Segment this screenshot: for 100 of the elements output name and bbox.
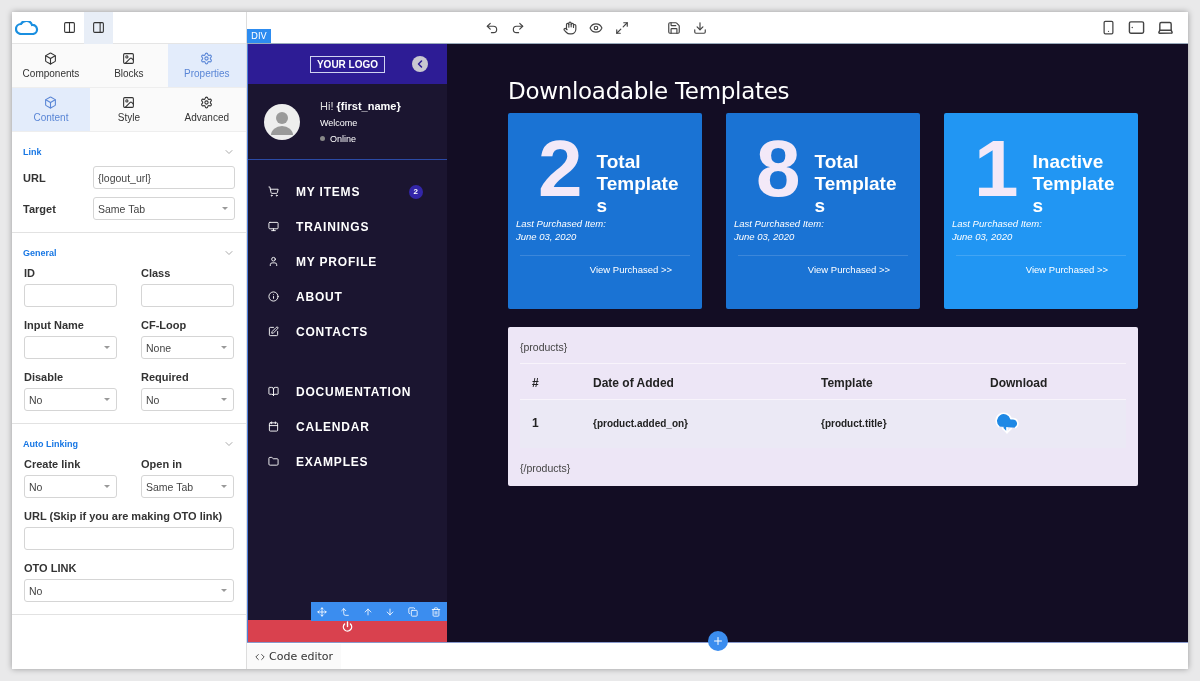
nav-item[interactable]: CONTACTS xyxy=(248,314,447,349)
loop-tag: {/products} xyxy=(520,462,1126,474)
select-field[interactable]: Same Tab xyxy=(141,475,234,498)
panel-tab[interactable]: Components xyxy=(12,44,90,87)
nav-item[interactable]: TRAININGS xyxy=(248,209,447,244)
status-dot xyxy=(320,136,325,141)
caret-icon xyxy=(221,589,227,592)
field-label: URL (Skip if you are making OTO link) xyxy=(24,510,224,522)
cloud-download-icon[interactable] xyxy=(994,410,1020,436)
fullscreen-icon[interactable] xyxy=(615,20,629,35)
tablet-icon[interactable] xyxy=(1128,19,1145,36)
panel-tab[interactable]: Blocks xyxy=(89,44,168,87)
input-field[interactable] xyxy=(24,527,234,550)
field-label: Disable xyxy=(24,371,65,383)
element-tag: DIV xyxy=(247,29,271,43)
hand-icon[interactable] xyxy=(563,20,577,35)
input-field[interactable] xyxy=(141,284,234,307)
copy-icon[interactable] xyxy=(407,606,418,617)
field-label: CF-Loop xyxy=(141,319,188,331)
date-text: June 03, 2020 xyxy=(952,229,1014,244)
download-icon[interactable] xyxy=(693,20,707,35)
nav-item[interactable]: CALENDAR xyxy=(248,409,447,444)
redo-icon[interactable] xyxy=(511,20,525,35)
caret-icon xyxy=(221,346,227,349)
select-field[interactable]: No xyxy=(24,388,117,411)
select-field[interactable]: None xyxy=(141,336,234,359)
stat-number: 8 xyxy=(756,133,801,215)
nav-icon xyxy=(268,326,279,337)
nav-item[interactable]: MY PROFILE xyxy=(248,244,447,279)
field-label: Class xyxy=(141,267,172,279)
image-icon xyxy=(122,52,136,65)
save-icon[interactable] xyxy=(667,20,681,35)
input-field[interactable] xyxy=(24,284,117,307)
select-field[interactable]: No xyxy=(24,475,117,498)
panel-tab[interactable]: Advanced xyxy=(167,88,246,131)
caption: Last Purchased Item: xyxy=(516,216,607,230)
power-icon xyxy=(342,621,353,632)
cube-icon xyxy=(44,52,58,65)
select-field[interactable]: Same Tab xyxy=(93,197,235,220)
add-icon[interactable] xyxy=(708,631,728,651)
greeting: Hi! {first_name} xyxy=(320,99,401,112)
trash-icon[interactable] xyxy=(430,606,441,617)
date-text: June 03, 2020 xyxy=(516,229,578,244)
select-parent-icon[interactable] xyxy=(340,606,350,617)
settings-icon xyxy=(200,52,214,65)
code-editor-tab[interactable]: Code editor xyxy=(247,644,342,669)
logo: YOUR LOGO xyxy=(309,55,386,73)
caret-icon xyxy=(104,346,110,349)
nav-item[interactable]: ABOUT xyxy=(248,279,447,314)
input-field[interactable]: {logout_url} xyxy=(93,166,235,189)
date-text: June 03, 2020 xyxy=(734,229,796,244)
stat-number: 2 xyxy=(538,133,583,215)
stat-number: 1 xyxy=(974,133,1019,215)
panel-tab[interactable]: Style xyxy=(89,88,168,131)
nav-icon xyxy=(268,386,279,397)
stat-title: Total Templates xyxy=(596,150,680,217)
undo-icon[interactable] xyxy=(485,20,499,35)
section-title[interactable]: Auto Linking xyxy=(23,439,78,449)
loop-tag: {products} xyxy=(520,341,1126,353)
caret-icon xyxy=(222,207,228,210)
columns-icon[interactable] xyxy=(63,21,76,34)
stat-title: Total Templates xyxy=(814,150,898,217)
image-icon xyxy=(122,96,136,109)
phone-icon[interactable] xyxy=(1101,20,1116,35)
field-label: Create link xyxy=(24,458,82,470)
panel-icon[interactable] xyxy=(92,21,105,34)
caption: Last Purchased Item: xyxy=(952,216,1043,230)
arrow-up-icon[interactable] xyxy=(362,606,373,617)
stat-title: Inactive Templates xyxy=(1032,150,1116,217)
field-label: Open in xyxy=(141,458,183,470)
laptop-icon[interactable] xyxy=(1157,19,1174,36)
nav-icon xyxy=(268,186,279,197)
cube-icon xyxy=(44,96,58,109)
nav-item[interactable]: DOCUMENTATION xyxy=(248,374,447,409)
nav-item[interactable]: MY ITEMS 2 xyxy=(248,174,447,209)
field-label: OTO LINK xyxy=(24,562,78,574)
select-field[interactable] xyxy=(24,336,117,359)
back-icon[interactable] xyxy=(412,56,428,72)
select-field[interactable]: No xyxy=(24,579,234,602)
view-link[interactable]: View Purchased >> xyxy=(589,264,672,276)
caret-icon xyxy=(221,485,227,488)
nav-icon xyxy=(268,256,279,267)
caret-icon xyxy=(104,398,110,401)
arrow-down-icon[interactable] xyxy=(385,606,396,617)
section-title[interactable]: Link xyxy=(23,147,42,157)
nav-item[interactable]: EXAMPLES xyxy=(248,444,447,479)
eye-icon[interactable] xyxy=(589,20,603,35)
view-link[interactable]: View Purchased >> xyxy=(807,264,890,276)
field-label: Required xyxy=(141,371,190,383)
nav-icon xyxy=(268,421,279,432)
cloud-logo-icon xyxy=(14,20,39,35)
code-icon xyxy=(255,651,265,662)
field-label: Target xyxy=(23,202,56,215)
page-heading: Downloadable Templates xyxy=(508,78,791,104)
welcome-text: Welcome xyxy=(320,117,359,128)
select-field[interactable]: No xyxy=(141,388,234,411)
avatar xyxy=(264,103,300,140)
section-title[interactable]: General xyxy=(23,248,57,258)
move-icon[interactable] xyxy=(317,606,328,617)
field-label: Input Name xyxy=(24,319,85,331)
